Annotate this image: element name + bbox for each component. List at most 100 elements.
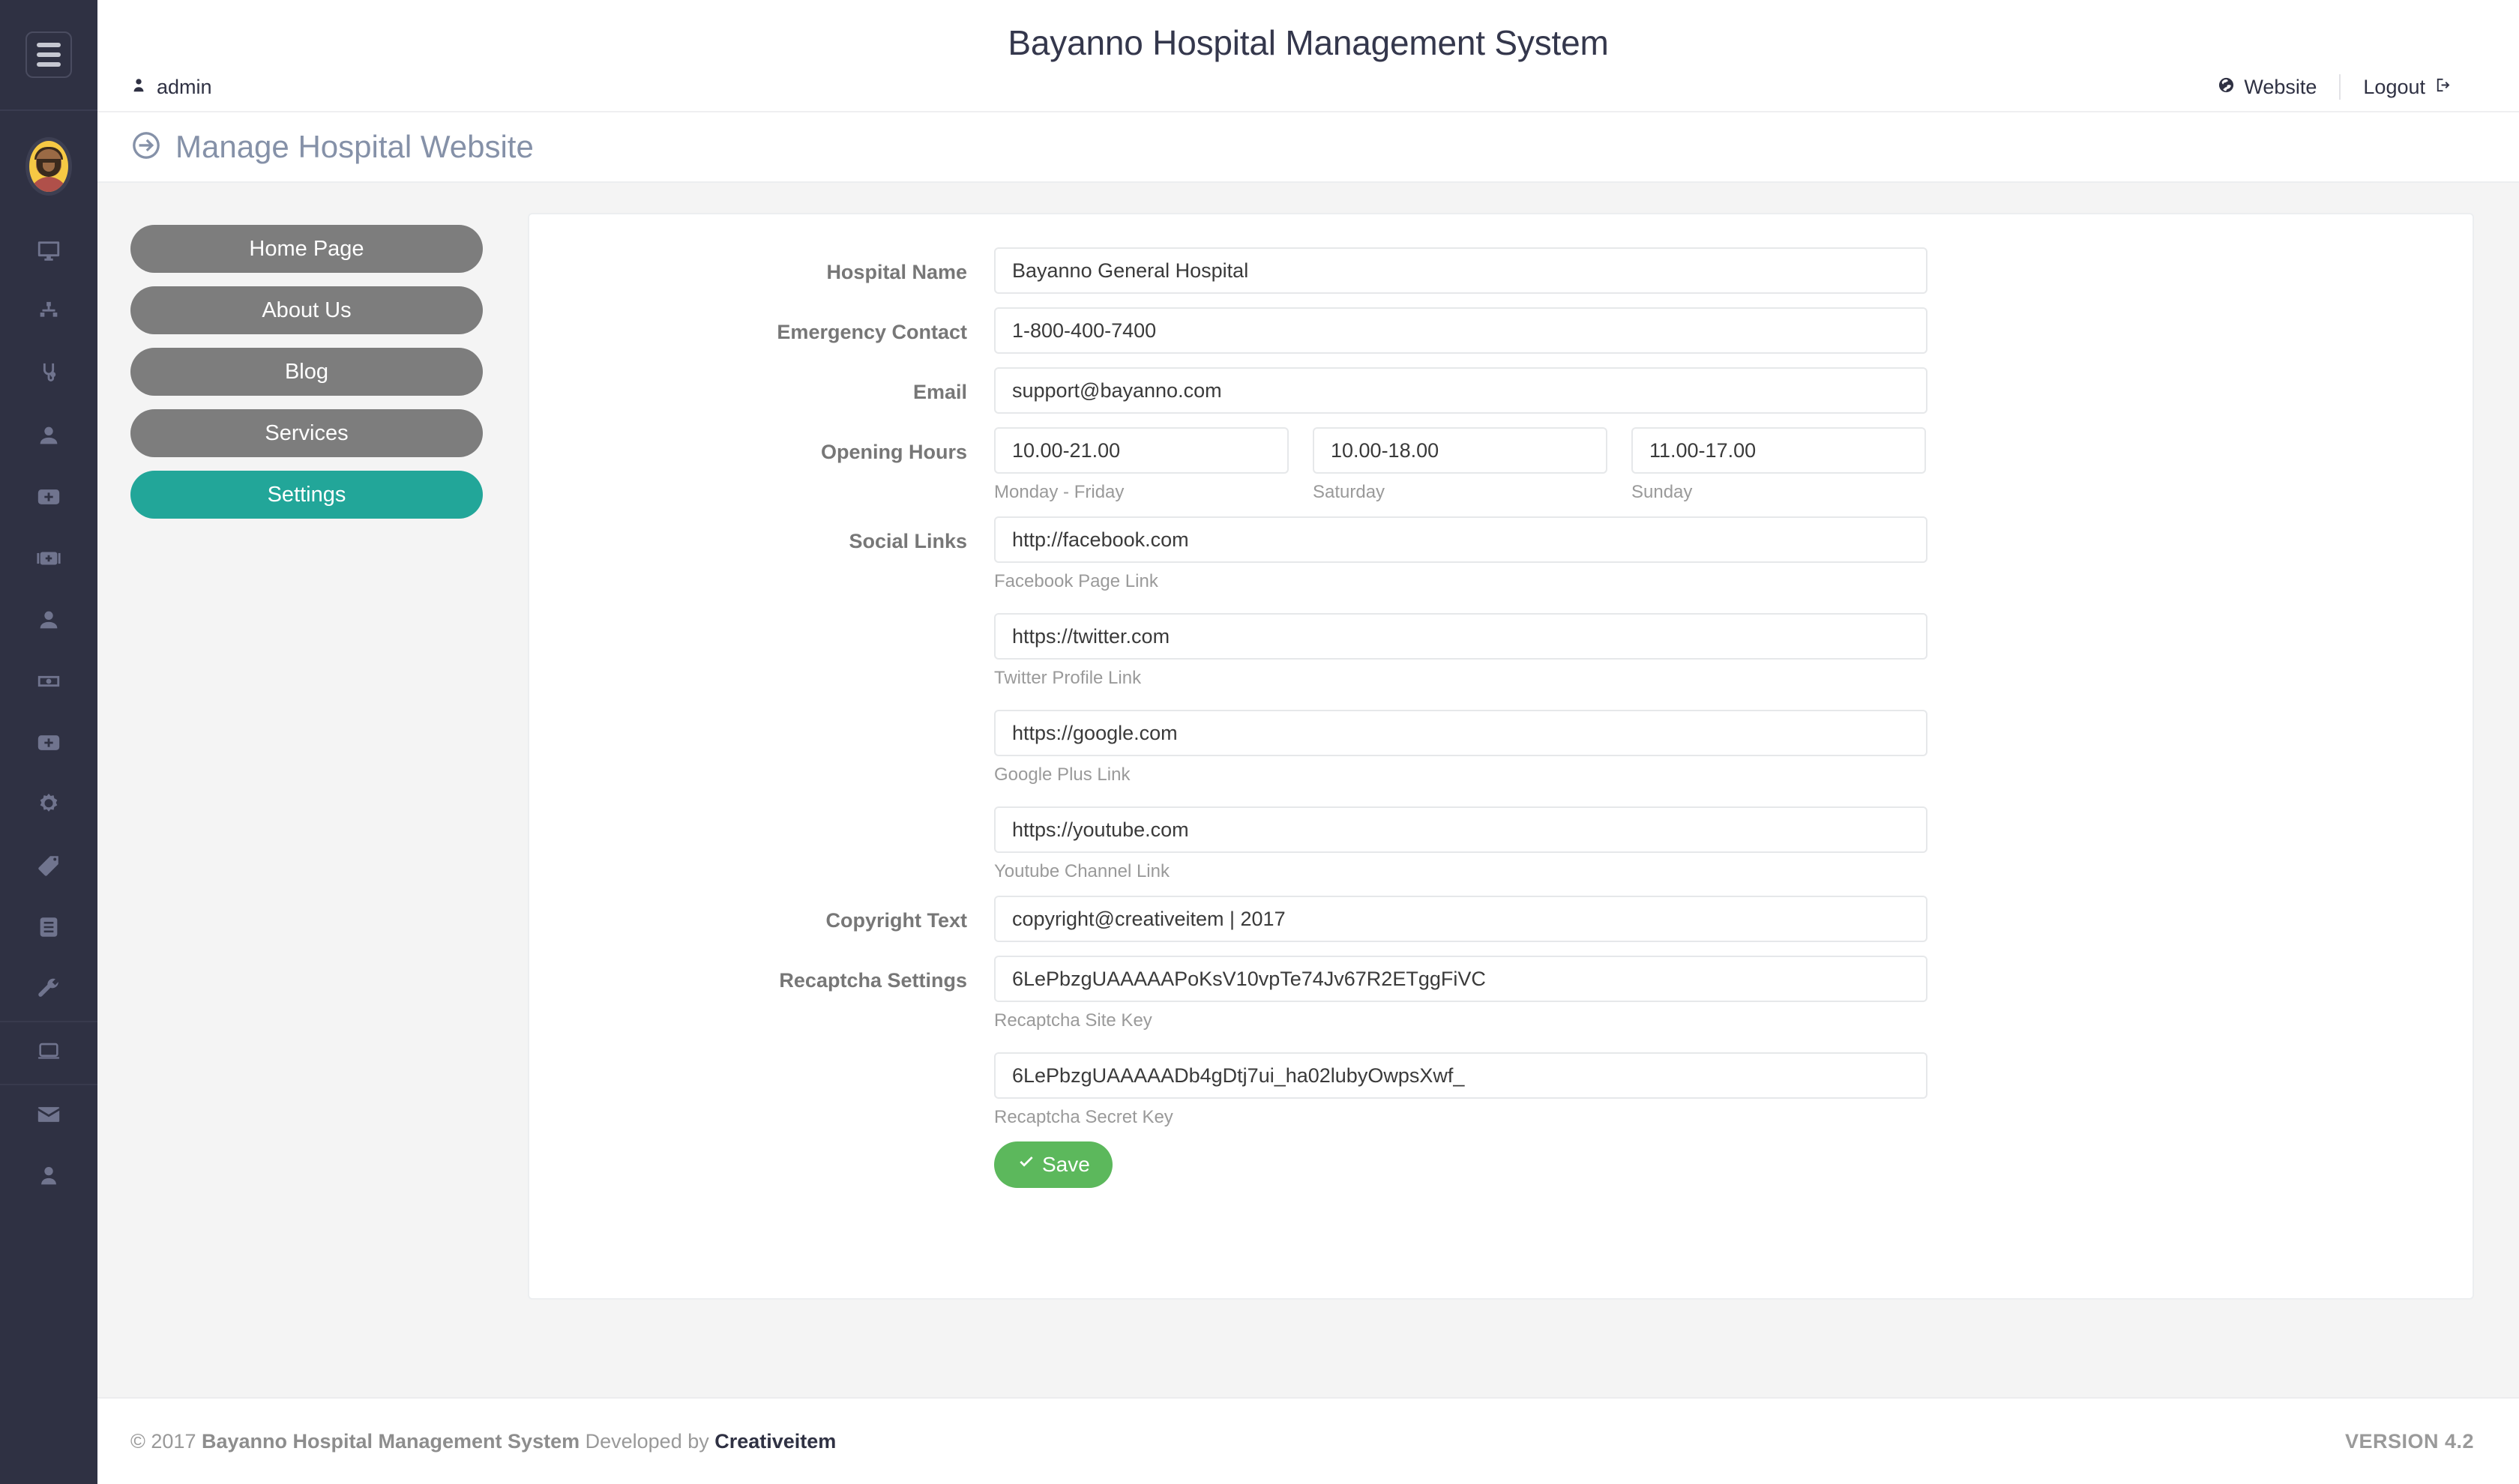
footer-developer-link[interactable]: Creativeitem: [714, 1430, 836, 1453]
tab-about-us[interactable]: About Us: [130, 286, 483, 334]
youtube-input[interactable]: [994, 806, 1927, 853]
social-links-control: Facebook Page Link Twitter Profile Link …: [994, 516, 2473, 882]
user-icon: [36, 423, 61, 452]
logout-link[interactable]: Logout: [2341, 76, 2474, 99]
sidebar-item-reports[interactable]: [0, 898, 97, 959]
page-title: Manage Hospital Website: [175, 129, 534, 164]
email-label: Email: [912, 381, 967, 403]
user-icon: [130, 76, 147, 99]
recaptcha-site-key-help: Recaptcha Site Key: [994, 1010, 1152, 1031]
emergency-contact-label: Emergency Contact: [777, 321, 967, 343]
gear-icon: [36, 791, 61, 821]
footer: © 2017 Bayanno Hospital Management Syste…: [97, 1397, 2519, 1484]
envelope-icon: [36, 1102, 61, 1131]
footer-copyright-mid: Developed by: [580, 1429, 715, 1453]
tab-home-page[interactable]: Home Page: [130, 225, 483, 273]
topbar-right: Website Logout: [2195, 74, 2474, 100]
laptop-icon: [36, 1039, 61, 1068]
opening-hours-weekday-input[interactable]: [994, 427, 1289, 474]
avatar-wrap[interactable]: [0, 111, 97, 222]
tag-icon: [36, 853, 61, 882]
footer-copyright: © 2017 Bayanno Hospital Management Syste…: [130, 1430, 836, 1453]
field-row-copyright-text: Copyright Text: [529, 896, 2473, 942]
copyright-text-control: [994, 896, 2473, 942]
youtube-help: Youtube Channel Link: [994, 861, 1170, 881]
page-header: Manage Hospital Website: [97, 111, 2519, 183]
topbar: Bayanno Hospital Management System admin…: [97, 0, 2519, 111]
footer-version: VERSION 4.2: [2344, 1429, 2474, 1453]
arrow-circle-right-icon: [130, 130, 175, 165]
google-input[interactable]: [994, 710, 1927, 756]
recaptcha-control: Recaptcha Site Key Recaptcha Secret Key: [994, 956, 2473, 1128]
app-title: Bayanno Hospital Management System: [1008, 23, 1609, 62]
sidebar-item-messages[interactable]: [0, 1085, 97, 1147]
copyright-text-label: Copyright Text: [825, 909, 968, 932]
email-input[interactable]: [994, 367, 1927, 414]
sidebar-item-promotions[interactable]: [0, 836, 97, 898]
check-icon: [1017, 1153, 1036, 1177]
recaptcha-secret-key-help: Recaptcha Secret Key: [994, 1107, 1173, 1127]
content: Home Page About Us Blog Services Setting…: [97, 183, 2519, 1300]
sidebar-item-pharmacy[interactable]: [0, 529, 97, 591]
opening-hours-weekday: Monday - Friday: [994, 427, 1289, 503]
avatar[interactable]: [25, 137, 72, 196]
tab-blog[interactable]: Blog: [130, 348, 483, 396]
sidebar-item-tools[interactable]: [0, 959, 97, 1021]
admin-chip[interactable]: admin: [130, 76, 212, 99]
person-icon: [36, 1163, 61, 1192]
recaptcha-secret-key-group: Recaptcha Secret Key: [994, 1052, 2410, 1128]
field-row-hospital-name: Hospital Name: [529, 247, 2473, 294]
sidebar: [0, 0, 97, 1484]
website-label: Website: [2244, 75, 2317, 98]
field-row-social-links: Social Links Facebook Page Link Twitter …: [529, 516, 2473, 882]
footer-copyright-brand: Bayanno Hospital Management System: [201, 1429, 580, 1453]
hamburger-bar: [37, 43, 61, 47]
field-row-email: Email: [529, 367, 2473, 414]
opening-hours-sunday-input[interactable]: [1631, 427, 1926, 474]
field-row-opening-hours: Opening Hours Monday - Friday Saturday: [529, 427, 2473, 503]
copyright-text-input[interactable]: [994, 896, 1927, 942]
medical-bag-icon: [36, 546, 61, 575]
tab-services[interactable]: Services: [130, 409, 483, 457]
save-button[interactable]: Save: [994, 1141, 1113, 1188]
social-link-twitter: Twitter Profile Link: [994, 613, 2410, 689]
website-link[interactable]: Website: [2195, 76, 2339, 99]
sidebar-item-account[interactable]: [0, 1147, 97, 1208]
hospital-name-label: Hospital Name: [826, 261, 967, 283]
recaptcha-site-key-input[interactable]: [994, 956, 1927, 1002]
money-bill-icon: [36, 669, 61, 698]
stethoscope-icon: [36, 361, 61, 390]
sidebar-header: [0, 0, 97, 111]
sidebar-item-accounting[interactable]: [0, 652, 97, 714]
save-control: Save: [994, 1141, 2473, 1188]
sign-out-icon: [2434, 76, 2452, 99]
facebook-input[interactable]: [994, 516, 1927, 563]
menu-toggle-button[interactable]: [25, 31, 72, 78]
sidebar-item-website[interactable]: [0, 1022, 97, 1084]
desktop-icon: [36, 238, 61, 268]
sidebar-item-doctors[interactable]: [0, 345, 97, 406]
opening-hours-saturday-help: Saturday: [1313, 482, 1385, 502]
tab-settings[interactable]: Settings: [130, 471, 483, 519]
save-spacer: [529, 1141, 994, 1155]
sidebar-item-dashboard[interactable]: [0, 222, 97, 283]
admin-label: admin: [157, 75, 212, 98]
recaptcha-secret-key-input[interactable]: [994, 1052, 1927, 1099]
list-icon: [36, 914, 61, 944]
sidebar-item-laboratorist[interactable]: [0, 591, 97, 652]
emergency-contact-control: [994, 307, 2473, 354]
sidebar-item-patients[interactable]: [0, 406, 97, 468]
google-help: Google Plus Link: [994, 764, 1131, 785]
emergency-contact-input[interactable]: [994, 307, 1927, 354]
user-nurse-icon: [36, 607, 61, 636]
hospital-name-input[interactable]: [994, 247, 1927, 294]
sidebar-item-settings[interactable]: [0, 775, 97, 836]
opening-hours-saturday-input[interactable]: [1313, 427, 1607, 474]
sidebar-item-departments[interactable]: [0, 283, 97, 345]
sidebar-item-blood-bank[interactable]: [0, 714, 97, 775]
sidebar-item-nurses[interactable]: [0, 468, 97, 529]
field-row-emergency-contact: Emergency Contact: [529, 307, 2473, 354]
opening-hours-control: Monday - Friday Saturday Sunday: [994, 427, 2473, 503]
twitter-input[interactable]: [994, 613, 1927, 660]
logout-label: Logout: [2363, 75, 2425, 98]
